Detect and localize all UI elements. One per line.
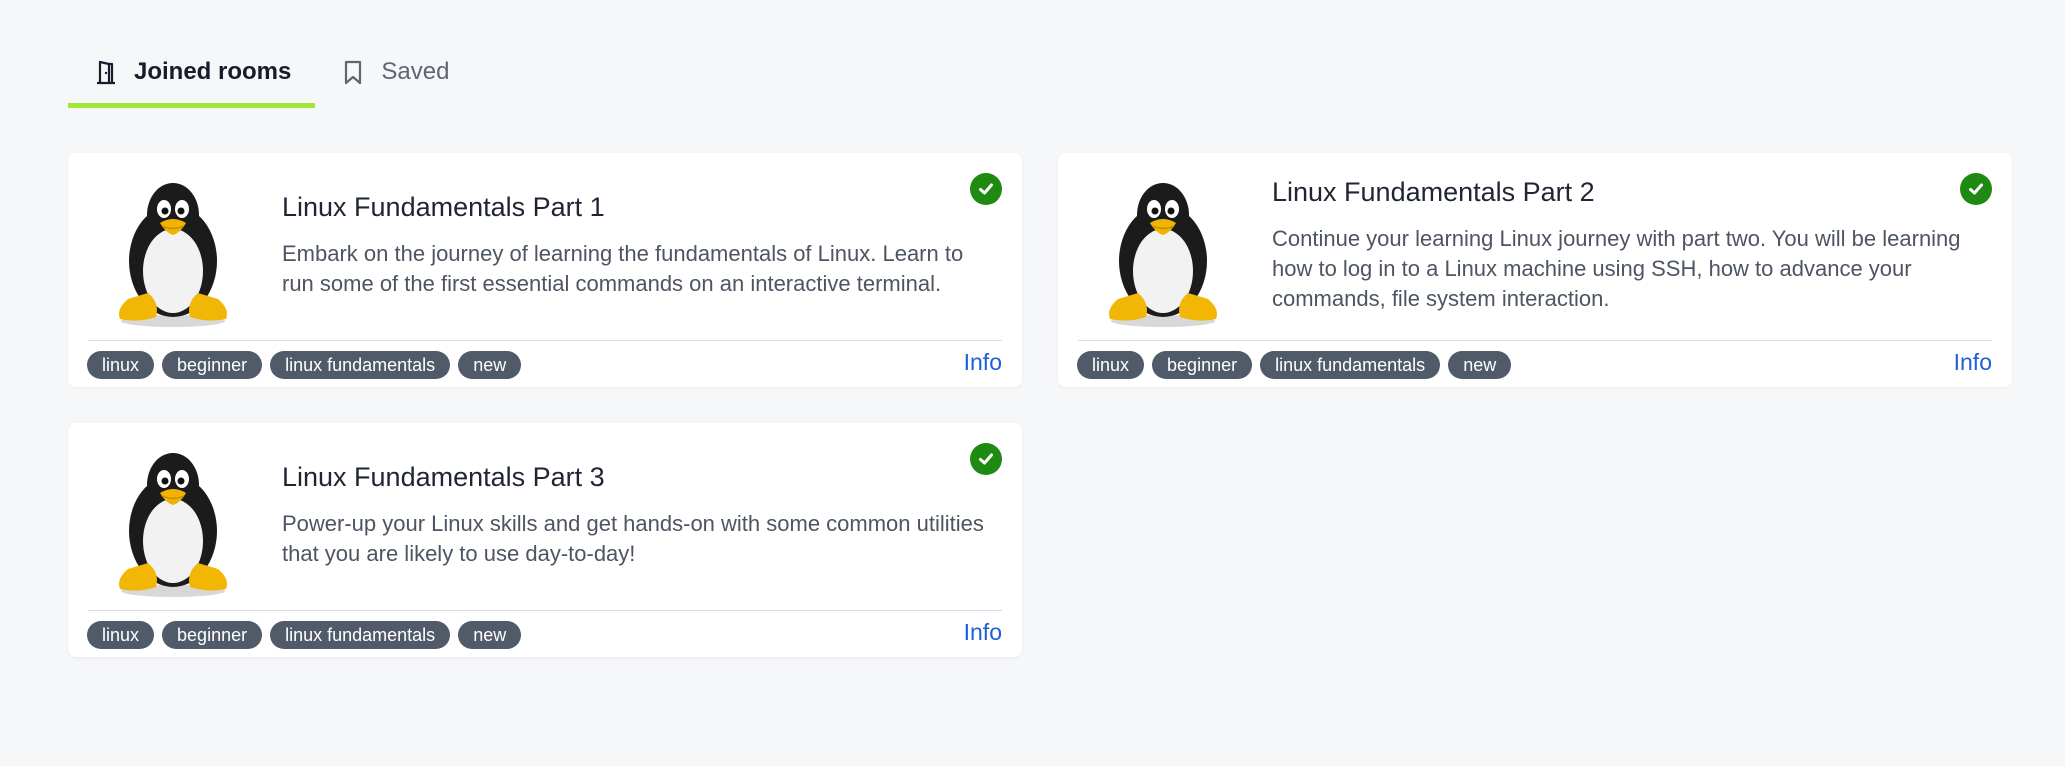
divider: [1078, 340, 1992, 341]
room-title[interactable]: Linux Fundamentals Part 1: [282, 192, 992, 223]
page: Joined rooms Saved Linux Fundamentals Pa…: [0, 0, 2065, 766]
tag-beginner[interactable]: beginner: [162, 351, 263, 379]
completed-check-icon: [970, 443, 1002, 475]
tag-beginner[interactable]: beginner: [162, 621, 263, 649]
divider: [88, 340, 1002, 341]
room-text: Linux Fundamentals Part 3 Power-up your …: [282, 423, 992, 608]
tag-linux[interactable]: linux: [87, 351, 155, 379]
divider: [88, 610, 1002, 611]
tag-list: linux beginner linux fundamentals new: [87, 621, 522, 649]
room-text: Linux Fundamentals Part 1 Embark on the …: [282, 153, 992, 338]
room-card[interactable]: Linux Fundamentals Part 1 Embark on the …: [68, 153, 1022, 387]
tag-linux-fundamentals[interactable]: linux fundamentals: [270, 351, 451, 379]
tag-new[interactable]: new: [458, 621, 522, 649]
tag-list: linux beginner linux fundamentals new: [87, 351, 522, 379]
completed-check-icon: [970, 173, 1002, 205]
room-text: Linux Fundamentals Part 2 Continue your …: [1272, 153, 1982, 338]
tab-bar: Joined rooms Saved: [68, 40, 473, 108]
tab-saved[interactable]: Saved: [315, 40, 473, 108]
info-link[interactable]: Info: [1954, 349, 1992, 376]
bookmark-icon: [339, 58, 367, 86]
tag-beginner[interactable]: beginner: [1152, 351, 1253, 379]
tux-penguin-icon: [98, 441, 248, 601]
tag-list: linux beginner linux fundamentals new: [1077, 351, 1512, 379]
tag-linux[interactable]: linux: [1077, 351, 1145, 379]
room-description: Continue your learning Linux journey wit…: [1272, 226, 1961, 311]
room-title[interactable]: Linux Fundamentals Part 3: [282, 462, 992, 493]
tab-label: Saved: [381, 57, 450, 85]
room-description: Embark on the journey of learning the fu…: [282, 241, 964, 296]
door-icon: [92, 58, 120, 86]
info-link[interactable]: Info: [964, 349, 1002, 376]
tag-linux-fundamentals[interactable]: linux fundamentals: [1260, 351, 1441, 379]
info-link[interactable]: Info: [964, 619, 1002, 646]
tux-penguin-icon: [98, 171, 248, 331]
room-description: Power-up your Linux skills and get hands…: [282, 511, 984, 566]
room-title[interactable]: Linux Fundamentals Part 2: [1272, 177, 1982, 208]
room-card[interactable]: Linux Fundamentals Part 2 Continue your …: [1058, 153, 2012, 387]
tag-new[interactable]: new: [1448, 351, 1512, 379]
tag-linux[interactable]: linux: [87, 621, 155, 649]
tag-new[interactable]: new: [458, 351, 522, 379]
tag-linux-fundamentals[interactable]: linux fundamentals: [270, 621, 451, 649]
tab-joined-rooms[interactable]: Joined rooms: [68, 40, 316, 108]
completed-check-icon: [1960, 173, 1992, 205]
tab-label: Joined rooms: [134, 57, 292, 85]
tux-penguin-icon: [1088, 171, 1238, 331]
room-card[interactable]: Linux Fundamentals Part 3 Power-up your …: [68, 423, 1022, 657]
